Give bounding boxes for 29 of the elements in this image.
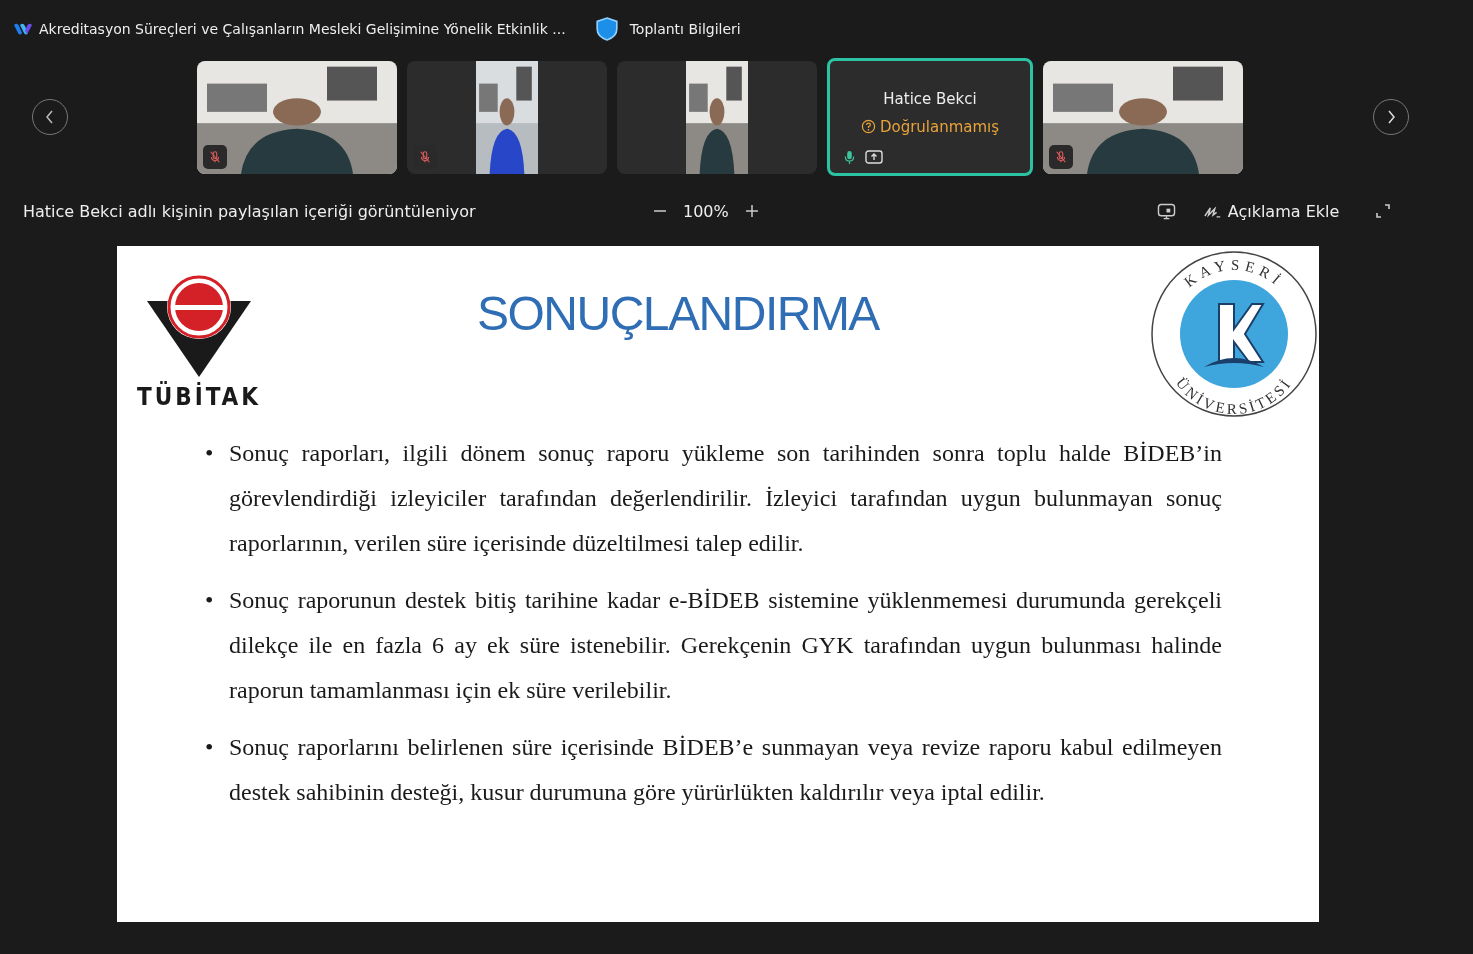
- share-caption: Hatice Bekci adlı kişinin paylaşılan içeriği görüntüleniyor: [23, 201, 477, 221]
- app-logo-icon: [13, 22, 33, 36]
- participant-tile[interactable]: Hatice Bekci Doğrulanmamış: [827, 57, 1033, 176]
- annotate-button[interactable]: Açıklama Ekle: [1197, 200, 1346, 222]
- shield-icon[interactable]: [595, 17, 618, 41]
- question-icon: [860, 119, 876, 134]
- slide-title: SONUÇLANDIRMA: [477, 286, 879, 341]
- tubitak-emblem-icon: [147, 273, 251, 377]
- logo-text: TÜBİTAK: [136, 383, 262, 411]
- scribble-icon: [1203, 204, 1222, 218]
- bullet-marker: •: [205, 734, 214, 760]
- bullet-marker: •: [205, 440, 214, 466]
- monitor-icon: [1156, 202, 1176, 220]
- meeting-info-link[interactable]: Toplantı Bilgileri: [629, 21, 741, 37]
- chevron-left-icon: [45, 109, 55, 125]
- bullet-text: Sonuç raporları, ilgili dönem sonuç raporu yükleme son tarihinden sonra toplu halde BİDEB’in görevlendirdiği izleyiciler tarafından değerlendirilir. İzleyici tarafından uygun bulunmayan sonuç raporlarının, verilen süre içerisinde düzeltilmesi talep edilir.: [229, 439, 1222, 558]
- next-button[interactable]: [1373, 99, 1409, 135]
- chevron-right-icon: [1386, 109, 1396, 125]
- bullet-text: Sonuç raporunun destek bitiş tarihine kadar e-BİDEB sistemine yüklenmemesi durumunda gerekçeli dilekçe ile en fazla 6 ay ek süre istenebilir. Gerekçenin GYK tarafından uygun bulunması halinde raporun tamamlanması için ek süre verilebilir.: [229, 586, 1222, 705]
- participant-tile[interactable]: [407, 60, 607, 174]
- plus-icon: [744, 204, 759, 218]
- zoom-level: 100%: [683, 201, 729, 221]
- participant-name: Hatice Bekci: [883, 89, 977, 108]
- meeting-title: Akreditasyon Süreçleri ve Çalışanların Mesleki Gelişimine Yönelik Etkinlik ...: [39, 21, 566, 37]
- bullet-marker: •: [205, 587, 214, 613]
- participant-tile[interactable]: [617, 60, 817, 174]
- bullet-text: Sonuç raporlarını belirlenen süre içerisinde BİDEB’e sunmayan veya revize raporu kabul edilmeyen destek sahibinin desteği, kusur durumuna göre yürürlükten kaldırılır veya iptal edilir.: [229, 733, 1222, 807]
- verification-status: Doğrulanmamış: [879, 117, 1000, 136]
- expand-icon: [1375, 203, 1392, 219]
